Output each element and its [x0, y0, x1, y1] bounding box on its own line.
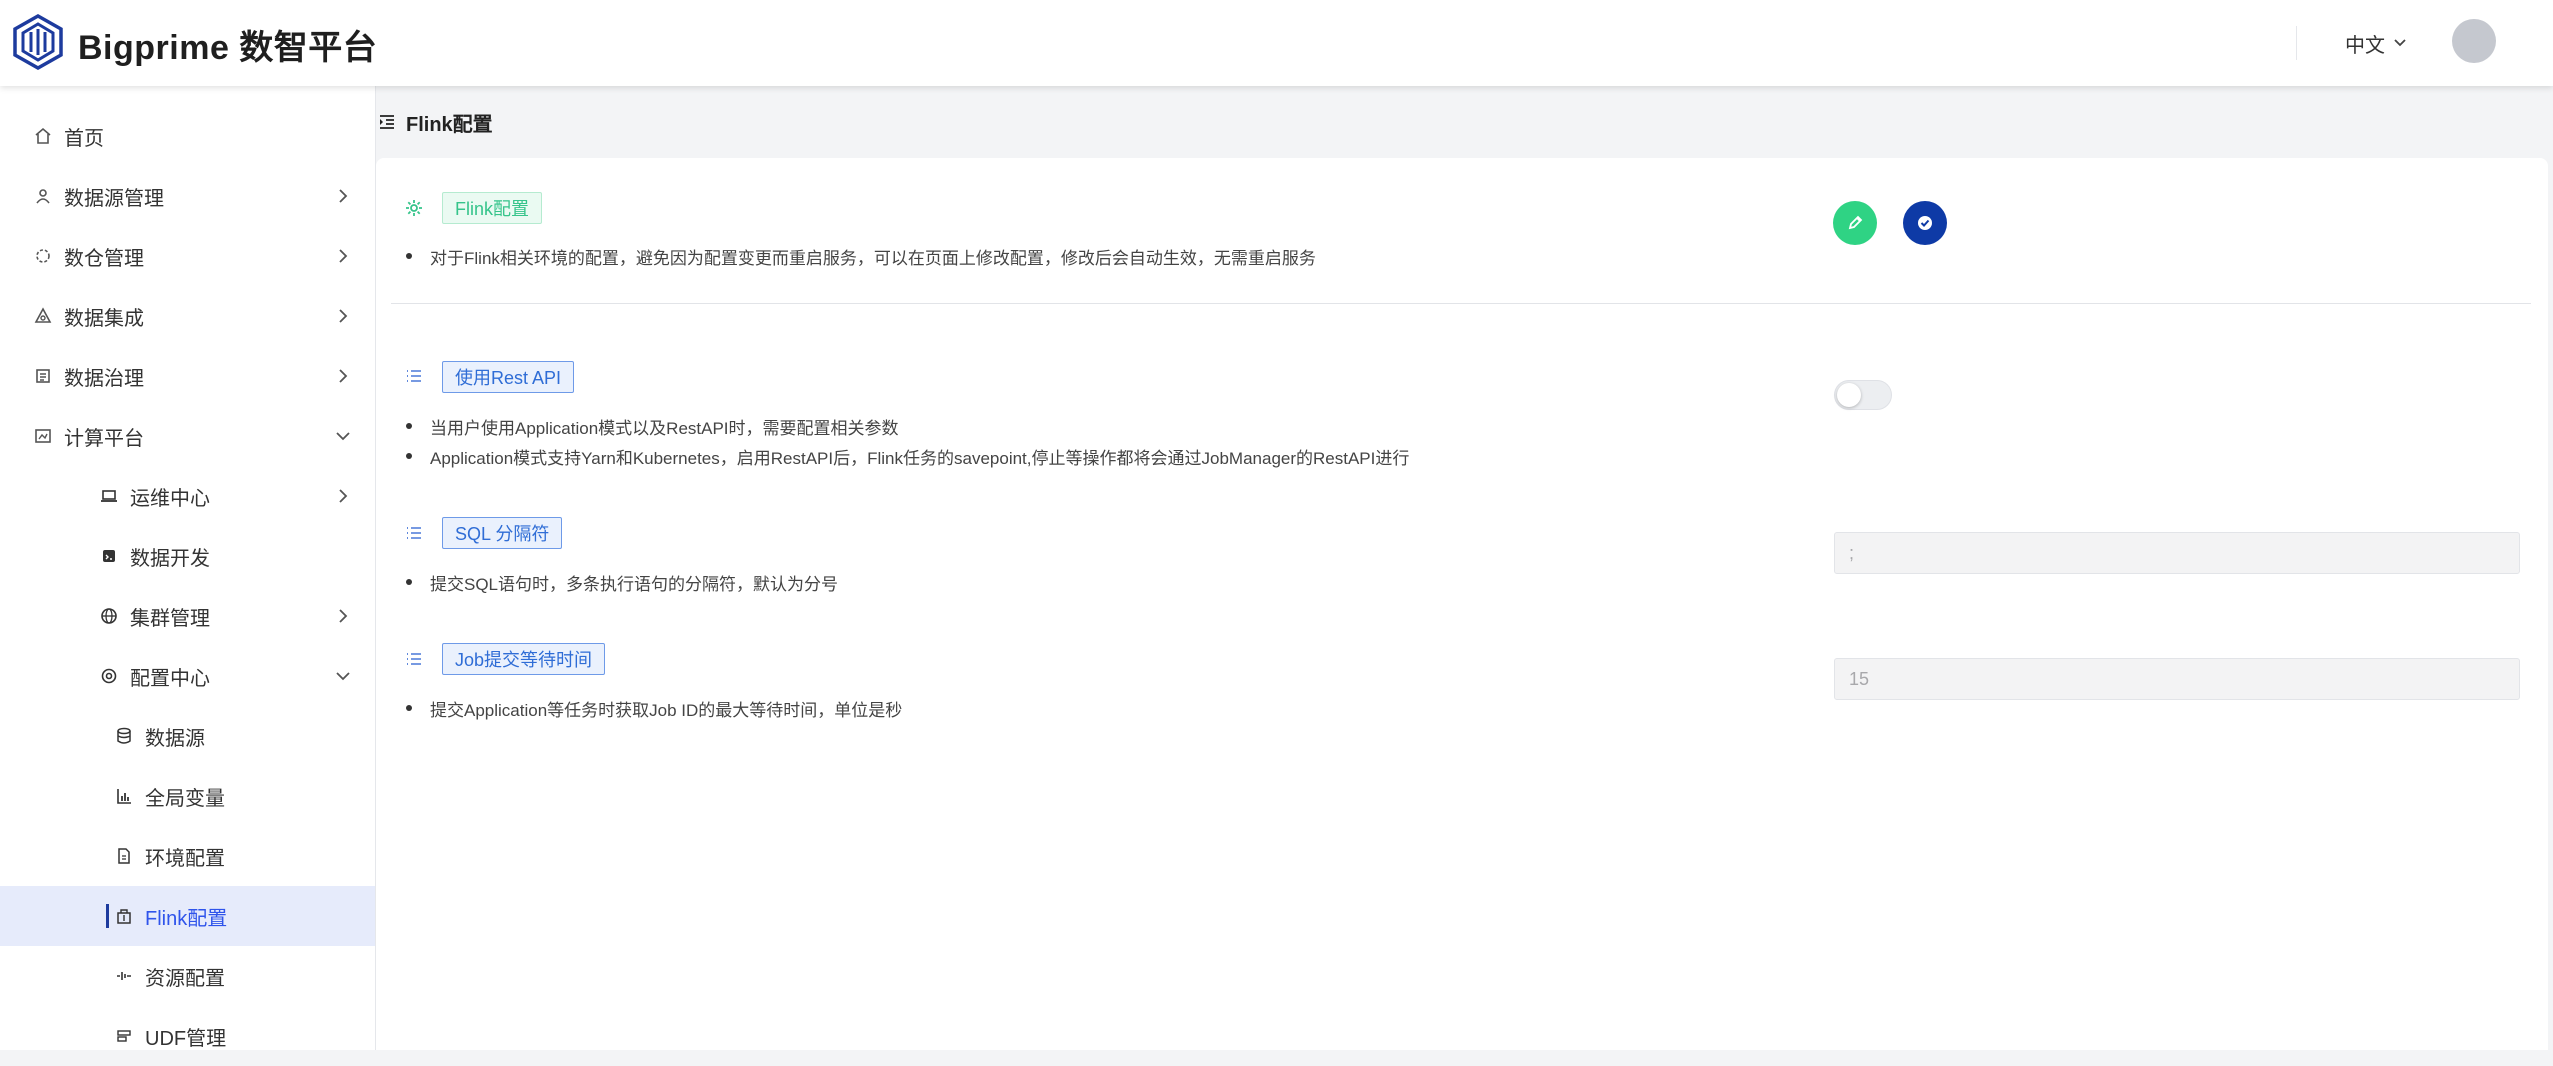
sidebar-item-label: 数据源管理: [64, 187, 164, 210]
sidebar-item-label: 数据开发: [130, 547, 210, 570]
pencil-icon: [1848, 215, 1863, 230]
resource-icon: [117, 972, 131, 980]
integration-icon: [34, 307, 52, 323]
sidebar-item-datasource-mgmt[interactable]: 数据源管理: [0, 166, 375, 226]
setting-tag-job-wait-time: Job提交等待时间: [442, 643, 606, 675]
chevron-down-icon: [336, 672, 350, 681]
chevron-down-icon: [336, 432, 350, 441]
sidebar-item-label: 配置中心: [130, 667, 210, 690]
setting-description: 提交SQL语句时，多条执行语句的分隔符，默认为分号: [405, 570, 838, 595]
chevron-right-icon: [339, 309, 348, 323]
sidebar-item-udf[interactable]: UDF管理: [0, 1006, 375, 1066]
sidebar-item-governance[interactable]: 数据治理: [0, 346, 375, 406]
app-title: Bigprime 数智平台: [78, 29, 378, 67]
chevron-right-icon: [339, 249, 348, 263]
sidebar-item-flink-config[interactable]: Flink配置: [0, 886, 375, 946]
sidebar-item-label: 计算平台: [64, 427, 144, 450]
sidebar-item-label: 数仓管理: [64, 247, 144, 270]
sidebar-item-datasource[interactable]: 数据源: [0, 706, 375, 766]
sidebar-item-label: Flink配置: [145, 907, 228, 930]
sidebar-item-cluster[interactable]: 集群管理: [0, 586, 375, 646]
warehouse-icon: [36, 249, 50, 263]
sidebar-item-warehouse[interactable]: 数仓管理: [0, 226, 375, 286]
udf-icon: [117, 1030, 131, 1042]
sidebar-item-label: 运维中心: [130, 487, 210, 510]
home-icon: [35, 127, 51, 144]
rest-api-toggle[interactable]: [1834, 380, 1892, 410]
sidebar-item-label: 资源配置: [145, 967, 225, 990]
active-indicator: [106, 904, 109, 928]
job-wait-time-input[interactable]: [1834, 658, 2520, 700]
chevron-right-icon: [339, 369, 348, 383]
section-tag-flink-config: Flink配置: [442, 192, 543, 224]
list-icon: [407, 370, 421, 382]
language-label: 中文: [2345, 34, 2385, 57]
sidebar-item-integration[interactable]: 数据集成: [0, 286, 375, 346]
toggle-knob: [1837, 383, 1861, 407]
sidebar-item-label: 环境配置: [145, 847, 225, 870]
sidebar-item-data-dev[interactable]: 数据开发: [0, 526, 375, 586]
database-icon: [36, 189, 50, 204]
code-icon: [103, 550, 115, 562]
list-icon: [407, 653, 421, 665]
language-select[interactable]: 中文: [2345, 26, 2407, 60]
edit-button[interactable]: [1833, 201, 1877, 245]
chevron-right-icon: [339, 609, 348, 623]
list-icon: [407, 527, 421, 539]
sidebar: 首页 数据源管理 数仓管理 数据集成 数据治理 计算平台 运维中心 数据开发 集…: [0, 86, 376, 1050]
settings-icon: [101, 668, 117, 684]
chevron-right-icon: [339, 189, 348, 203]
sidebar-item-label: 数据治理: [64, 367, 144, 390]
logo-icon: [13, 14, 63, 70]
header-divider: [2296, 26, 2297, 60]
sidebar-item-env-config[interactable]: 环境配置: [0, 826, 375, 886]
globe-icon: [101, 608, 117, 624]
file-icon: [118, 848, 130, 864]
sidebar-item-label: 集群管理: [130, 607, 210, 630]
menu-fold-icon[interactable]: [378, 113, 396, 131]
section-description: 对于Flink相关环境的配置，避免因为配置变更而重启服务，可以在页面上修改配置，…: [406, 244, 1316, 269]
sidebar-item-config-center[interactable]: 配置中心: [0, 646, 375, 706]
sidebar-item-global-vars[interactable]: 全局变量: [0, 766, 375, 826]
compute-icon: [35, 429, 51, 443]
sql-separator-input[interactable]: [1834, 532, 2520, 574]
laptop-icon: [101, 490, 117, 502]
top-header: Bigprime 数智平台 中文: [0, 0, 2553, 86]
sidebar-item-ops-center[interactable]: 运维中心: [0, 466, 375, 526]
sidebar-item-home[interactable]: 首页: [0, 106, 375, 166]
setting-description: 提交Application等任务时获取Job ID的最大等待时间，单位是秒: [405, 696, 902, 721]
gear-icon: [406, 200, 422, 216]
page-title: Flink配置: [406, 113, 493, 136]
setting-description: 当用户使用Application模式以及RestAPI时，需要配置相关参数: [406, 414, 899, 439]
sidebar-item-label: 全局变量: [145, 787, 225, 810]
setting-description: Application模式支持Yarn和Kubernetes，启用RestAPI…: [405, 444, 1409, 469]
sidebar-item-resource-config[interactable]: 资源配置: [0, 946, 375, 1006]
breadcrumb: Flink配置: [376, 104, 493, 140]
sidebar-item-label: UDF管理: [145, 1027, 227, 1050]
chevron-right-icon: [339, 489, 348, 503]
avatar[interactable]: [2452, 19, 2496, 63]
chevron-down-icon: [2394, 39, 2406, 47]
setting-tag-rest-api: 使用Rest API: [442, 361, 575, 393]
main-card: Flink配置 对于Flink相关环境的配置，避免因为配置变更而重启服务，可以在…: [376, 158, 2548, 1050]
sidebar-item-compute[interactable]: 计算平台: [0, 406, 375, 466]
sidebar-item-label: 数据源: [145, 727, 205, 750]
datasource-icon: [117, 727, 131, 744]
setting-tag-sql-separator: SQL 分隔符: [442, 517, 563, 549]
save-button[interactable]: [1903, 201, 1947, 245]
check-circle-icon: [1918, 216, 1932, 230]
section-divider: [391, 303, 2531, 304]
sidebar-item-label: 数据集成: [64, 307, 144, 330]
flink-icon: [117, 909, 131, 924]
governance-icon: [36, 369, 50, 383]
sidebar-item-label: 首页: [64, 127, 104, 150]
bar-chart-icon: [117, 789, 131, 804]
